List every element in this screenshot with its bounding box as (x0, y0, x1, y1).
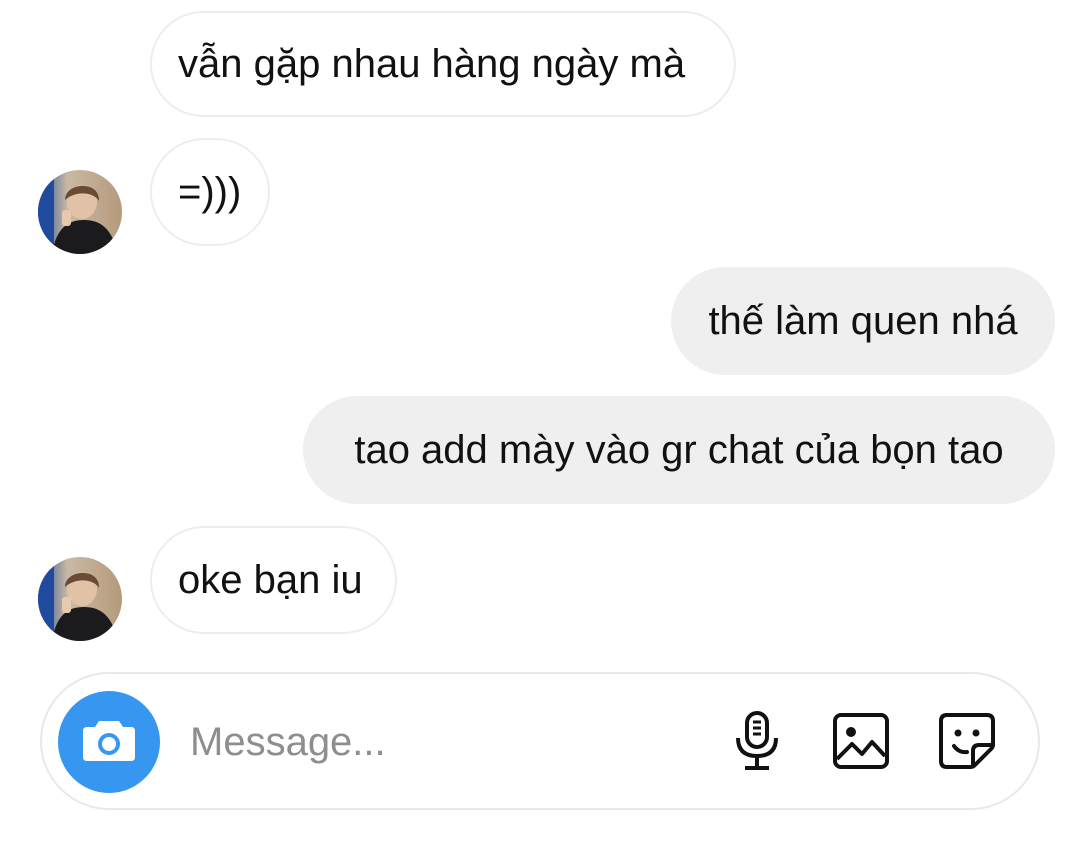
message-text: oke bạn iu (178, 558, 363, 602)
message-input[interactable] (190, 718, 710, 766)
gallery-button[interactable] (828, 710, 894, 776)
camera-button[interactable] (58, 691, 160, 793)
incoming-message-bubble[interactable]: vẫn gặp nhau hàng ngày mà (150, 11, 736, 117)
sticker-icon (937, 711, 997, 776)
image-gallery-icon (832, 712, 890, 775)
contact-avatar[interactable] (38, 170, 122, 254)
message-text: vẫn gặp nhau hàng ngày mà (178, 42, 686, 86)
microphone-button[interactable] (724, 710, 790, 776)
camera-icon (81, 717, 137, 768)
chat-screen: vẫn gặp nhau hàng ngày mà =))) thế làm q… (0, 0, 1080, 851)
message-text: thế làm quen nhá (708, 299, 1018, 343)
message-text: =))) (178, 170, 242, 214)
message-composer (40, 672, 1040, 810)
outgoing-message-bubble[interactable]: tao add mày vào gr chat của bọn tao (303, 396, 1055, 504)
sticker-button[interactable] (934, 710, 1000, 776)
contact-avatar[interactable] (38, 557, 122, 641)
microphone-icon (732, 710, 782, 777)
message-text: tao add mày vào gr chat của bọn tao (354, 428, 1004, 472)
incoming-message-bubble[interactable]: oke bạn iu (150, 526, 397, 634)
outgoing-message-bubble[interactable]: thế làm quen nhá (671, 267, 1055, 375)
incoming-message-bubble[interactable]: =))) (150, 138, 270, 246)
